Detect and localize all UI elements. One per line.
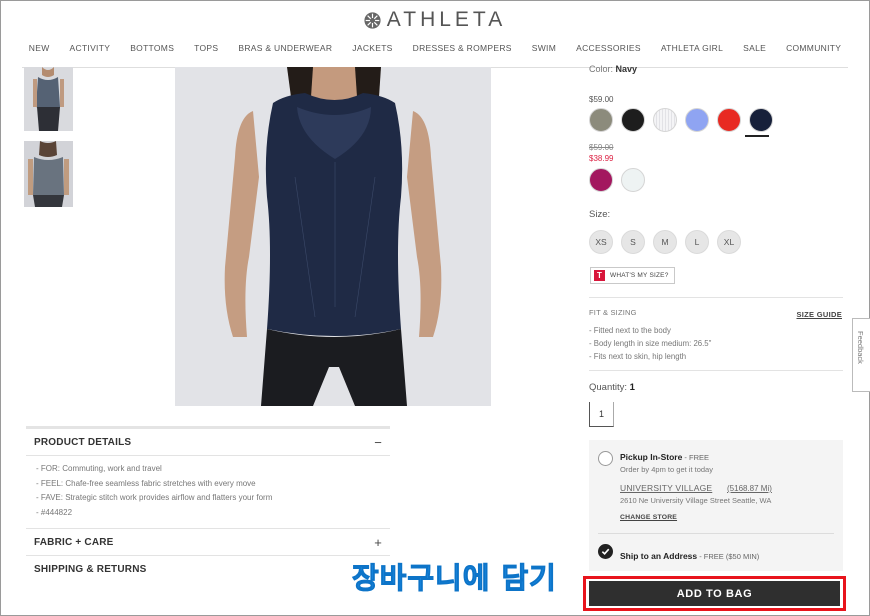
sale-swatches [589,168,645,192]
swatch-magenta[interactable] [589,168,613,192]
fabric-care-header[interactable]: FABRIC + CARE + [26,529,390,555]
quantity-input[interactable]: 1 [589,402,614,427]
shipping-returns-title: SHIPPING & RETURNS [34,563,147,575]
color-label: Color: Navy [589,64,638,74]
product-options-panel: Color: Navy $59.00 $59.00 $38.99 Size: X… [583,0,846,616]
nav-dresses-rompers[interactable]: DRESSES & ROMPERS [403,43,522,53]
fit-sizing-heading: FIT & SIZING [589,308,637,317]
collapse-icon[interactable]: − [374,435,382,450]
product-details-accordion: PRODUCT DETAILS − - FOR: Commuting, work… [26,426,390,582]
checkmark-icon [601,548,610,556]
product-details-list: - FOR: Commuting, work and travel - FEEL… [26,456,390,528]
swatch-olive[interactable] [589,108,613,132]
regular-price: $59.00 [589,95,614,104]
athleta-logo-icon [364,11,381,29]
pickup-subtitle: Order by 4pm to get it today [620,465,713,474]
was-price: $59.00 [589,143,614,152]
swatch-periwinkle[interactable] [685,108,709,132]
divider [589,370,843,371]
feedback-label: Feedback [856,331,865,364]
model-figure-thumbnail [24,141,73,207]
store-distance[interactable]: (5168.87 Mi) [727,484,772,493]
ship-title: Ship to an Address - FREE ($50 MIN) [620,551,760,561]
feedback-tab[interactable]: Feedback [852,318,870,392]
product-main-image[interactable] [175,67,491,406]
size-options: XS S M L XL [589,230,741,254]
color-value: Navy [615,64,638,74]
product-details-title: PRODUCT DETAILS [34,436,132,448]
true-fit-logo-icon: T [594,270,605,281]
nav-swim[interactable]: SWIM [522,43,566,53]
regular-swatches [589,108,773,132]
list-item: - FOR: Commuting, work and travel [36,464,162,473]
size-xl[interactable]: XL [717,230,741,254]
fabric-care-title: FABRIC + CARE [34,536,114,548]
brand-name: ATHLETA [386,8,507,31]
sale-price: $38.99 [589,154,614,163]
nav-jackets[interactable]: JACKETS [342,43,402,53]
pickup-radio[interactable] [598,451,613,466]
swatch-navy-selected[interactable] [749,108,773,132]
list-item: - Fits next to skin, hip length [589,352,687,361]
divider [598,533,834,534]
add-to-bag-button[interactable]: ADD TO BAG [589,581,840,606]
size-label: Size: [589,209,611,220]
swatch-white-stripe[interactable] [653,108,677,132]
size-guide-link[interactable]: SIZE GUIDE [796,310,842,319]
fit-notes: - Fitted next to the body - Body length … [589,324,711,363]
list-item: - Fitted next to the body [589,326,671,335]
list-item: - FEEL: Chafe-free seamless fabric stret… [36,478,256,488]
pickup-title: Pickup In-Store - FREE [620,452,710,462]
ship-checked-radio[interactable] [598,544,613,559]
expand-icon[interactable]: + [374,535,382,550]
size-m[interactable]: M [653,230,677,254]
swatch-light-mint[interactable] [621,168,645,192]
nav-bras-underwear[interactable]: BRAS & UNDERWEAR [228,43,342,53]
whats-my-size-label: WHAT'S MY SIZE? [610,272,669,279]
list-item: - Body length in size medium: 26.5" [589,339,712,348]
quantity-value: 1 [629,382,635,393]
store-name-link[interactable]: UNIVERSITY VILLAGE [620,483,712,493]
shipping-returns-header[interactable]: SHIPPING & RETURNS [26,556,390,582]
model-figure-thumbnail [24,67,73,131]
model-figure-image [175,67,491,406]
list-item: - #444822 [36,507,73,517]
swatch-red[interactable] [717,108,741,132]
list-item: - FAVE: Strategic stitch work provides a… [36,493,273,502]
nav-bottoms[interactable]: BOTTOMS [120,43,184,53]
annotation-label: 장바구니에 담기 [352,561,557,596]
quantity-label: Quantity: 1 [589,382,635,393]
product-thumbnail-1[interactable] [24,67,73,131]
size-s[interactable]: S [621,230,645,254]
fulfillment-options: Pickup In-Store - FREE Order by 4pm to g… [589,440,843,571]
product-details-header[interactable]: PRODUCT DETAILS − [26,429,390,455]
store-address: 2610 Ne University Village Street Seattl… [620,496,772,505]
selected-swatch-indicator [745,135,769,137]
product-thumbnail-2[interactable] [24,141,73,207]
whats-my-size-button[interactable]: T WHAT'S MY SIZE? [590,267,675,284]
nav-activity[interactable]: ACTIVITY [60,43,121,53]
nav-new[interactable]: NEW [19,43,60,53]
change-store-link[interactable]: CHANGE STORE [620,514,677,521]
size-l[interactable]: L [685,230,709,254]
nav-tops[interactable]: TOPS [184,43,228,53]
divider [589,297,843,298]
size-xs[interactable]: XS [589,230,613,254]
swatch-black[interactable] [621,108,645,132]
